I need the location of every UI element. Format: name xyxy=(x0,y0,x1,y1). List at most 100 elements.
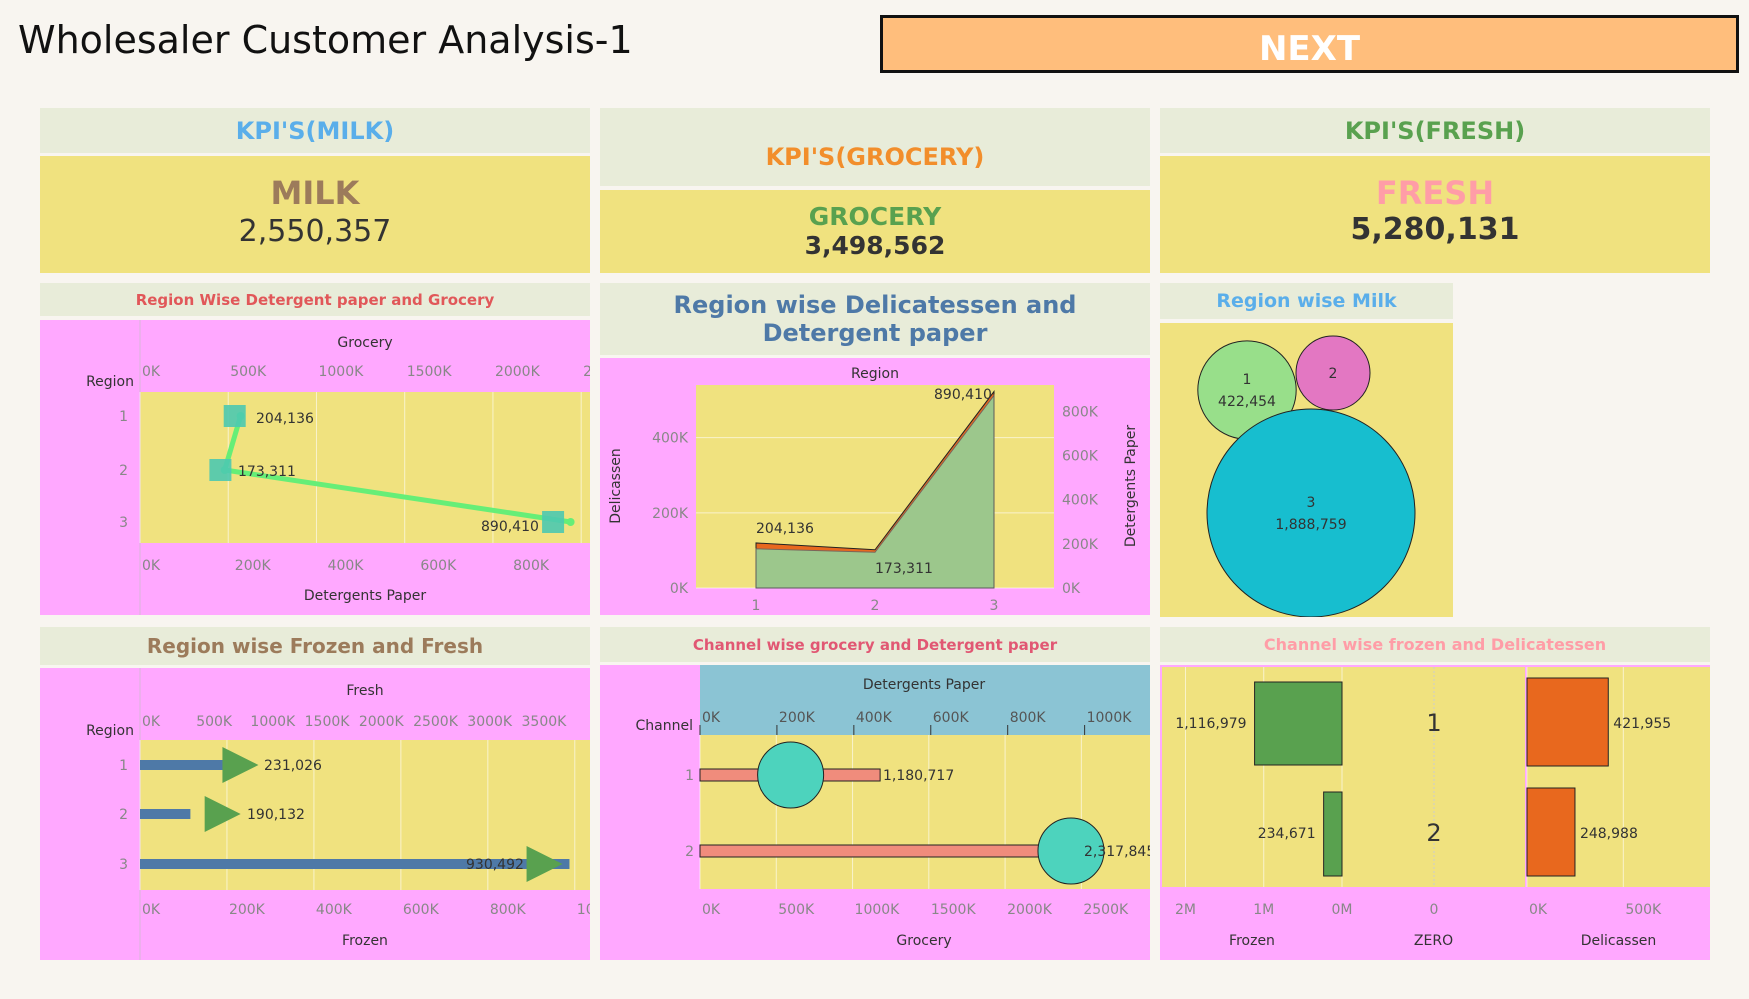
bottom-tick-label: 0K xyxy=(702,902,721,918)
delicassen-bar xyxy=(1526,787,1576,877)
kpi-milk-label: MILK xyxy=(270,174,360,212)
right-axis-title: Detergents Paper xyxy=(1123,425,1139,548)
data-label: 930,492 xyxy=(466,857,524,873)
panel-axis-title: Delicassen xyxy=(1581,933,1657,949)
data-label: 890,410 xyxy=(481,519,539,535)
right-tick-label: 0K xyxy=(1062,581,1081,597)
top-axis-band xyxy=(700,665,1150,735)
bottom-tick-label: 200K xyxy=(235,558,272,574)
milk-bubble xyxy=(1206,408,1416,617)
bubble-region-label: 1 xyxy=(1243,372,1252,388)
kpi-milk-header: KPI'S(MILK) xyxy=(40,108,590,153)
top-tick-label: 500K xyxy=(230,364,267,380)
top-tick-label: 200K xyxy=(779,710,816,726)
chart-region-detergent-grocery: Grocery Detergents Paper Region 0K 500K 1000K… xyxy=(40,320,590,615)
detergent-marker xyxy=(209,459,232,481)
frozen-tick-label: 2M xyxy=(1175,902,1196,918)
channel-label: 1 xyxy=(685,768,694,784)
bottom-tick-label: 200K xyxy=(229,902,266,918)
top-tick-label: 1500K xyxy=(305,714,351,730)
region-label: 3 xyxy=(119,857,128,873)
top-tick-label: 0K xyxy=(142,364,161,380)
kpi-fresh-label: FRESH xyxy=(1375,174,1495,212)
fresh-bar xyxy=(140,809,191,819)
left-tick-label: 400K xyxy=(652,431,689,447)
chart-region-delicatessen-detergent: Region 1 2 3 0K 200K 400K 0K 200K 400K 600K 800K Del… xyxy=(600,358,1150,615)
x-axis-title: Region xyxy=(851,366,899,382)
data-label: 890,410 xyxy=(934,387,992,403)
bottom-tick-label: 0K xyxy=(142,902,161,918)
kpi-fresh-value: 5,280,131 xyxy=(1350,212,1520,247)
top-axis-title: Detergents Paper xyxy=(863,677,986,693)
bubble-region-label: 2 xyxy=(1329,366,1338,382)
bottom-tick-label: 600K xyxy=(420,558,457,574)
data-label: 204,136 xyxy=(256,411,314,427)
next-button[interactable]: NEXT xyxy=(880,15,1739,73)
bottom-tick-label: 600K xyxy=(403,902,440,918)
top-tick-label: 0K xyxy=(702,710,721,726)
bubble-value-label: 1,888,759 xyxy=(1275,517,1346,533)
kpi-milk-value: 2,550,357 xyxy=(238,214,392,249)
bottom-tick-label: 400K xyxy=(328,558,365,574)
chart2-title-box: Region wise Delicatessen and Detergent p… xyxy=(600,283,1150,355)
delicassen-tick-label: 0K xyxy=(1529,902,1548,918)
kpi-milk-header-text: KPI'S(MILK) xyxy=(235,116,395,145)
region-label: 3 xyxy=(119,515,128,531)
y-axis-title: Channel xyxy=(636,718,693,734)
zero-tick-label: 0 xyxy=(1430,902,1439,918)
channel-label: 1 xyxy=(1426,709,1441,737)
right-tick-label: 800K xyxy=(1062,404,1099,420)
chart1-title: Region Wise Detergent paper and Grocery xyxy=(135,290,495,309)
grocery-bar xyxy=(699,844,1055,858)
chart-region-frozen-fresh: Fresh Frozen Region 0K 500K 1000K 1500K 2000K 25… xyxy=(40,668,590,960)
channel-label: 2 xyxy=(685,844,694,860)
y-axis-title: Region xyxy=(86,374,134,390)
data-label: 190,132 xyxy=(247,807,305,823)
region-label: 1 xyxy=(119,409,128,425)
chart3-title: Region wise Milk xyxy=(1216,290,1397,312)
bottom-tick-label: 400K xyxy=(316,902,353,918)
top-tick-label: 400K xyxy=(856,710,893,726)
bubble-region-label: 3 xyxy=(1307,495,1316,511)
top-tick-label: 0K xyxy=(142,714,161,730)
data-label: 173,311 xyxy=(238,464,296,480)
left-tick-label: 200K xyxy=(652,506,689,522)
chart-channel-grocery-detergent: Detergents Paper Grocery Channel 0K 200K 400K… xyxy=(600,665,1150,960)
top-tick-label: 1000K xyxy=(318,364,364,380)
data-label: 2,317,845 xyxy=(1084,844,1150,860)
bottom-tick-label: 1500K xyxy=(931,902,977,918)
chart6-title-box: Channel wise frozen and Delicatessen xyxy=(1160,627,1710,662)
data-label: 204,136 xyxy=(756,521,814,537)
top-tick-label: 3000K xyxy=(467,714,513,730)
chart1-title-box: Region Wise Detergent paper and Grocery xyxy=(40,283,590,316)
top-tick-label: 2000K xyxy=(495,364,541,380)
top-axis-title: Fresh xyxy=(346,683,383,699)
detergent-marker xyxy=(223,405,246,427)
top-tick-label: 500K xyxy=(196,714,233,730)
top-tick-label: 2500K xyxy=(413,714,459,730)
chart4-title: Region wise Frozen and Fresh xyxy=(146,634,484,658)
frozen-tick-label: 1M xyxy=(1253,902,1274,918)
top-tick-label: 1000K xyxy=(250,714,296,730)
bottom-tick-label: 1000K xyxy=(855,902,901,918)
bottom-axis-title: Detergents Paper xyxy=(304,588,427,604)
kpi-fresh-header-text: KPI'S(FRESH) xyxy=(1344,116,1526,145)
data-label: 1,116,979 xyxy=(1175,716,1246,732)
chart3-title-box: Region wise Milk xyxy=(1160,283,1453,319)
kpi-grocery-card: GROCERY 3,498,562 xyxy=(600,190,1150,273)
delicassen-bar xyxy=(1526,677,1609,767)
region-label: 2 xyxy=(119,807,128,823)
chart2-title: Region wise Delicatessen and Detergent p… xyxy=(673,291,1077,347)
chart5-title: Channel wise grocery and Detergent paper xyxy=(692,635,1058,654)
bottom-tick-label: 2500K xyxy=(1083,902,1129,918)
chart-channel-frozen-delicatessen: Frozen ZERO Delicassen 2M 1M 0M 0 0K 500K 1 2 1,116… xyxy=(1160,665,1710,960)
panel-axis-title: Frozen xyxy=(1229,933,1275,949)
left-axis-title: Delicassen xyxy=(608,448,624,524)
right-tick-label: 200K xyxy=(1062,537,1099,553)
right-tick-label: 600K xyxy=(1062,449,1099,465)
y-axis-title: Region xyxy=(86,723,134,739)
bottom-tick-label: 2000K xyxy=(1007,902,1053,918)
x-tick-label: 1 xyxy=(752,598,761,614)
left-tick-label: 0K xyxy=(670,581,689,597)
delicassen-tick-label: 500K xyxy=(1625,902,1662,918)
